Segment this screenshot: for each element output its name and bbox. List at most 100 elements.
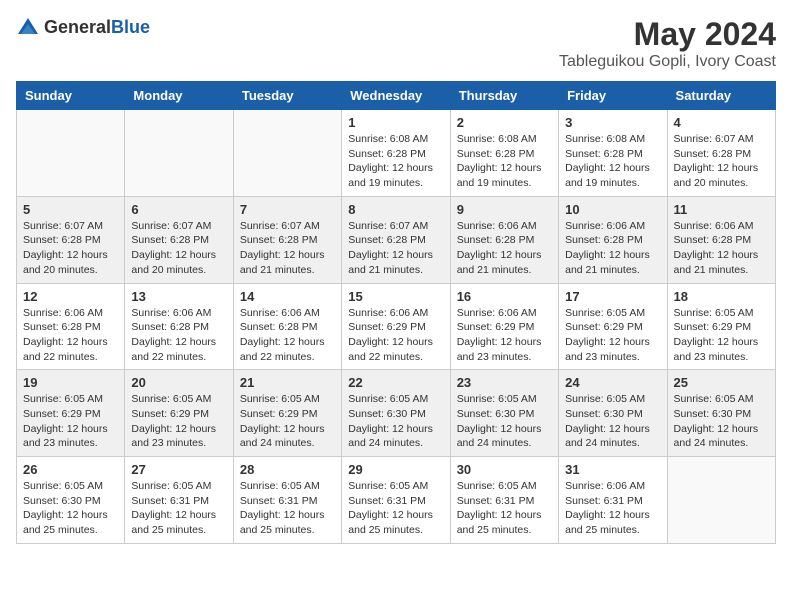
calendar-day-cell	[125, 110, 233, 197]
calendar-day-cell: 16 Sunrise: 6:06 AMSunset: 6:29 PMDayligh…	[450, 283, 558, 370]
col-header-sunday: Sunday	[17, 82, 125, 110]
day-number: 11	[674, 202, 769, 217]
logo-general: GeneralBlue	[44, 18, 150, 38]
calendar-day-cell: 10 Sunrise: 6:06 AMSunset: 6:28 PMDayligh…	[559, 196, 667, 283]
day-number: 9	[457, 202, 552, 217]
main-title: May 2024	[559, 16, 776, 53]
subtitle: Tableguikou Gopli, Ivory Coast	[559, 53, 776, 71]
day-info: Sunrise: 6:05 AMSunset: 6:30 PMDaylight:…	[565, 392, 660, 451]
day-info: Sunrise: 6:05 AMSunset: 6:31 PMDaylight:…	[457, 479, 552, 538]
day-info: Sunrise: 6:05 AMSunset: 6:30 PMDaylight:…	[674, 392, 769, 451]
col-header-wednesday: Wednesday	[342, 82, 450, 110]
calendar-day-cell: 4 Sunrise: 6:07 AMSunset: 6:28 PMDaylight…	[667, 110, 775, 197]
calendar-week-row: 1 Sunrise: 6:08 AMSunset: 6:28 PMDaylight…	[17, 110, 776, 197]
calendar-day-cell: 5Sunrise: 6:07 AMSunset: 6:28 PMDaylight…	[17, 196, 125, 283]
day-number: 1	[348, 115, 443, 130]
day-info: Sunrise: 6:05 AMSunset: 6:31 PMDaylight:…	[240, 479, 335, 538]
day-info: Sunrise: 6:05 AMSunset: 6:29 PMDaylight:…	[131, 392, 226, 451]
day-info: Sunrise: 6:05 AMSunset: 6:30 PMDaylight:…	[348, 392, 443, 451]
calendar-week-row: 12 Sunrise: 6:06 AMSunset: 6:28 PMDayligh…	[17, 283, 776, 370]
day-number: 28	[240, 462, 335, 477]
day-number: 26	[23, 462, 118, 477]
logo: GeneralBlue	[16, 16, 150, 40]
day-number: 20	[131, 375, 226, 390]
day-info: Sunrise: 6:07 AMSunset: 6:28 PMDaylight:…	[348, 219, 443, 278]
calendar-day-cell: 1Sunrise: 6:08 AMSunset: 6:28 PMDaylight…	[342, 110, 450, 197]
day-info: Sunrise: 6:07 AMSunset: 6:28 PMDaylight:…	[240, 219, 335, 278]
day-number: 15	[348, 289, 443, 304]
day-number: 31	[565, 462, 660, 477]
day-number: 16	[457, 289, 552, 304]
calendar-day-cell: 29 Sunrise: 6:05 AMSunset: 6:31 PMDayligh…	[342, 457, 450, 544]
day-number: 4	[674, 115, 769, 130]
day-info: Sunrise: 6:06 AMSunset: 6:28 PMDaylight:…	[565, 219, 660, 278]
day-info: Sunrise: 6:06 AMSunset: 6:28 PMDaylight:…	[131, 306, 226, 365]
day-info: Sunrise: 6:06 AMSunset: 6:28 PMDaylight:…	[674, 219, 769, 278]
calendar-day-cell: 22 Sunrise: 6:05 AMSunset: 6:30 PMDayligh…	[342, 370, 450, 457]
day-info: Sunrise: 6:05 AMSunset: 6:31 PMDaylight:…	[131, 479, 226, 538]
day-number: 23	[457, 375, 552, 390]
calendar-day-cell: 3 Sunrise: 6:08 AMSunset: 6:28 PMDaylight…	[559, 110, 667, 197]
day-number: 6	[131, 202, 226, 217]
calendar-day-cell: 9 Sunrise: 6:06 AMSunset: 6:28 PMDaylight…	[450, 196, 558, 283]
day-info: Sunrise: 6:08 AMSunset: 6:28 PMDaylight:…	[457, 132, 552, 191]
day-number: 19	[23, 375, 118, 390]
day-info: Sunrise: 6:05 AMSunset: 6:29 PMDaylight:…	[565, 306, 660, 365]
day-info: Sunrise: 6:05 AMSunset: 6:29 PMDaylight:…	[674, 306, 769, 365]
calendar-week-row: 26 Sunrise: 6:05 AMSunset: 6:30 PMDayligh…	[17, 457, 776, 544]
calendar-day-cell: 17 Sunrise: 6:05 AMSunset: 6:29 PMDayligh…	[559, 283, 667, 370]
calendar-day-cell: 18 Sunrise: 6:05 AMSunset: 6:29 PMDayligh…	[667, 283, 775, 370]
page-header: GeneralBlue May 2024 Tableguikou Gopli, …	[16, 16, 776, 71]
calendar-day-cell: 8 Sunrise: 6:07 AMSunset: 6:28 PMDaylight…	[342, 196, 450, 283]
calendar-day-cell	[667, 457, 775, 544]
day-info: Sunrise: 6:06 AMSunset: 6:28 PMDaylight:…	[457, 219, 552, 278]
col-header-tuesday: Tuesday	[233, 82, 341, 110]
day-number: 22	[348, 375, 443, 390]
day-number: 10	[565, 202, 660, 217]
calendar-day-cell: 24 Sunrise: 6:05 AMSunset: 6:30 PMDayligh…	[559, 370, 667, 457]
calendar-day-cell: 12 Sunrise: 6:06 AMSunset: 6:28 PMDayligh…	[17, 283, 125, 370]
calendar-week-row: 19 Sunrise: 6:05 AMSunset: 6:29 PMDayligh…	[17, 370, 776, 457]
day-number: 29	[348, 462, 443, 477]
day-info: Sunrise: 6:06 AMSunset: 6:29 PMDaylight:…	[348, 306, 443, 365]
day-number: 13	[131, 289, 226, 304]
day-number: 25	[674, 375, 769, 390]
col-header-friday: Friday	[559, 82, 667, 110]
day-info: Sunrise: 6:06 AMSunset: 6:28 PMDaylight:…	[23, 306, 118, 365]
calendar-day-cell: 11 Sunrise: 6:06 AMSunset: 6:28 PMDayligh…	[667, 196, 775, 283]
calendar-day-cell: 26 Sunrise: 6:05 AMSunset: 6:30 PMDayligh…	[17, 457, 125, 544]
calendar-day-cell	[17, 110, 125, 197]
day-number: 2	[457, 115, 552, 130]
calendar-week-row: 5Sunrise: 6:07 AMSunset: 6:28 PMDaylight…	[17, 196, 776, 283]
day-info: Sunrise: 6:05 AMSunset: 6:30 PMDaylight:…	[23, 479, 118, 538]
calendar-day-cell: 20 Sunrise: 6:05 AMSunset: 6:29 PMDayligh…	[125, 370, 233, 457]
day-info: Sunrise: 6:06 AMSunset: 6:28 PMDaylight:…	[240, 306, 335, 365]
calendar-table: SundayMondayTuesdayWednesdayThursdayFrid…	[16, 81, 776, 544]
day-info: Sunrise: 6:06 AMSunset: 6:29 PMDaylight:…	[457, 306, 552, 365]
day-info: Sunrise: 6:06 AMSunset: 6:31 PMDaylight:…	[565, 479, 660, 538]
calendar-header-row: SundayMondayTuesdayWednesdayThursdayFrid…	[17, 82, 776, 110]
day-info: Sunrise: 6:08 AMSunset: 6:28 PMDaylight:…	[565, 132, 660, 191]
calendar-day-cell: 13 Sunrise: 6:06 AMSunset: 6:28 PMDayligh…	[125, 283, 233, 370]
day-number: 21	[240, 375, 335, 390]
day-number: 12	[23, 289, 118, 304]
day-number: 27	[131, 462, 226, 477]
day-number: 18	[674, 289, 769, 304]
day-number: 24	[565, 375, 660, 390]
day-info: Sunrise: 6:07 AMSunset: 6:28 PMDaylight:…	[674, 132, 769, 191]
calendar-day-cell: 27 Sunrise: 6:05 AMSunset: 6:31 PMDayligh…	[125, 457, 233, 544]
day-number: 3	[565, 115, 660, 130]
day-number: 8	[348, 202, 443, 217]
day-info: Sunrise: 6:07 AMSunset: 6:28 PMDaylight:…	[23, 219, 118, 278]
title-area: May 2024 Tableguikou Gopli, Ivory Coast	[559, 16, 776, 71]
calendar-day-cell: 2 Sunrise: 6:08 AMSunset: 6:28 PMDaylight…	[450, 110, 558, 197]
day-number: 17	[565, 289, 660, 304]
col-header-saturday: Saturday	[667, 82, 775, 110]
col-header-thursday: Thursday	[450, 82, 558, 110]
day-info: Sunrise: 6:05 AMSunset: 6:31 PMDaylight:…	[348, 479, 443, 538]
day-info: Sunrise: 6:05 AMSunset: 6:29 PMDaylight:…	[23, 392, 118, 451]
calendar-day-cell: 7Sunrise: 6:07 AMSunset: 6:28 PMDaylight…	[233, 196, 341, 283]
calendar-day-cell: 28 Sunrise: 6:05 AMSunset: 6:31 PMDayligh…	[233, 457, 341, 544]
calendar-day-cell: 31 Sunrise: 6:06 AMSunset: 6:31 PMDayligh…	[559, 457, 667, 544]
calendar-day-cell: 14Sunrise: 6:06 AMSunset: 6:28 PMDayligh…	[233, 283, 341, 370]
